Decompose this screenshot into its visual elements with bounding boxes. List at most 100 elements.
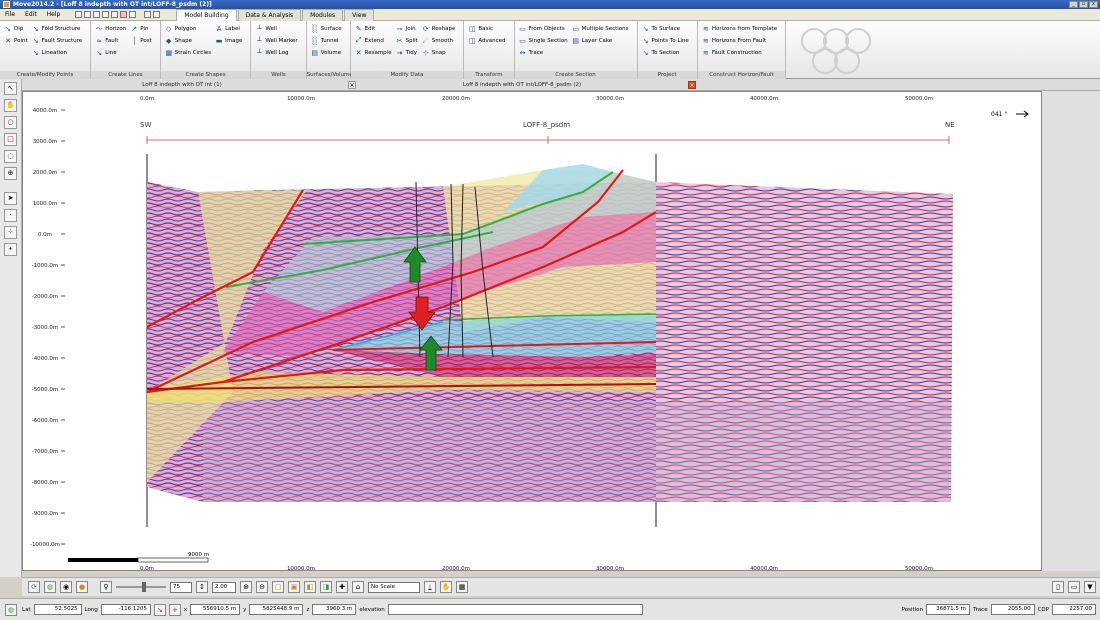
ribbon-button[interactable]: ◫ Basic <box>468 24 505 33</box>
square-select-icon[interactable]: □ <box>4 133 17 146</box>
ribbon-button[interactable]: ↘ To Section <box>642 48 689 57</box>
select-tool-icon[interactable]: ↖ <box>4 82 17 95</box>
ribbon-button[interactable]: ▦ Strain Circles <box>165 48 211 57</box>
ribbon-button[interactable]: ▬ Image <box>215 36 243 45</box>
ribbon-button[interactable]: ┴ Well Log <box>255 48 297 57</box>
lat-field[interactable]: 52.5025 <box>33 604 82 615</box>
command-field[interactable] <box>387 604 643 615</box>
ribbon-button[interactable]: ↗ Pin <box>130 24 152 33</box>
pointer-icon[interactable]: ➤ <box>4 192 17 205</box>
ribbon-button[interactable]: ✕ Resample <box>355 48 392 57</box>
ribbon-button[interactable]: ⤢ Extend <box>355 36 392 45</box>
zoom-out-icon[interactable]: ⊖ <box>256 581 268 593</box>
ribbon-button[interactable]: ↘ Lineation <box>32 48 83 57</box>
ribbon-button[interactable]: ⊸ Join <box>396 24 418 33</box>
point-tool-icon[interactable]: · <box>4 209 17 222</box>
delete-icon[interactable] <box>120 11 128 18</box>
exaggeration-input[interactable]: 2.00 <box>212 581 236 593</box>
hand-icon[interactable]: ✋ <box>440 581 452 593</box>
ribbon-button[interactable]: ◫ Advanced <box>468 36 505 45</box>
pick-location-icon[interactable]: ↘ <box>153 603 166 616</box>
pin-icon[interactable]: ⍊ <box>424 581 436 593</box>
light-icon[interactable]: ♀ <box>100 581 112 593</box>
scale-select[interactable]: No Scale <box>368 581 420 593</box>
print-icon[interactable] <box>102 11 110 18</box>
plus-icon[interactable]: ✚ <box>336 581 348 593</box>
lasso-icon[interactable]: ◌ <box>4 150 17 163</box>
ribbon-button[interactable]: ┴ Well <box>255 24 297 33</box>
doc-tab-left[interactable]: Loff 8 indepth with OT int (1) <box>22 82 342 88</box>
crosshair-icon[interactable]: + <box>168 603 181 616</box>
ribbon-button[interactable]: ⟳ Reshape <box>422 24 456 33</box>
ribbon-button[interactable]: ✎ Edit <box>355 24 392 33</box>
ribbon-button[interactable]: ↘ To Surface <box>642 24 689 33</box>
open-icon[interactable] <box>84 11 92 18</box>
doc-tab-left-close-icon[interactable]: × <box>348 80 356 89</box>
chevron-down-icon[interactable]: ▼ <box>1084 581 1096 593</box>
ribbon-button[interactable]: ▭ From Objects <box>519 24 568 33</box>
ribbon-button[interactable]: ≋ Horizons from Template <box>702 24 777 33</box>
ribbon-button[interactable]: ░ Surface <box>311 24 342 33</box>
ribbon-button[interactable]: ↘ Fold Structure <box>32 24 83 33</box>
refresh-icon[interactable]: ⟳ <box>28 581 40 593</box>
colour-icon[interactable]: ● <box>76 581 88 593</box>
tab-modules[interactable]: Modules <box>302 8 344 21</box>
multi-point-icon[interactable]: ⁘ <box>4 226 17 239</box>
new-icon[interactable] <box>75 11 83 18</box>
panel-window-icon[interactable]: ▭ <box>1068 581 1080 593</box>
zoom-input[interactable]: 75 <box>170 581 192 593</box>
window-tile-icon[interactable] <box>153 11 161 18</box>
zoom-in-icon[interactable]: ⊕ <box>240 581 252 593</box>
house-icon[interactable]: ⌂ <box>352 581 364 593</box>
ribbon-button[interactable]: ↘ Points To Line <box>642 36 689 45</box>
ribbon-button[interactable]: ⊹ Snap <box>422 48 456 57</box>
ribbon-button[interactable]: ☄ Smooth <box>422 36 456 45</box>
save-icon[interactable] <box>93 11 101 18</box>
tab-data-analysis[interactable]: Data & Analysis <box>237 8 302 21</box>
snap-icon[interactable]: ⊕ <box>4 167 17 180</box>
globe-icon[interactable]: ◍ <box>44 581 56 593</box>
section-viewport[interactable]: 0.0m 10000.0m 20000.0m 30000.0m 40000.0m 5000… <box>22 91 1042 571</box>
z-field[interactable]: 3960.3 m <box>312 604 357 615</box>
menu-help[interactable]: Help <box>42 11 66 18</box>
ribbon-button[interactable]: ✂ Split <box>396 36 418 45</box>
ribbon-button[interactable]: ▤ Layer Cake <box>572 36 629 45</box>
ribbon-button[interactable]: ◇ Polygon <box>165 24 211 33</box>
ribbon-button[interactable]: ⇥ Tidy <box>396 48 418 57</box>
ribbon-button[interactable]: ≈ Fault <box>95 36 126 45</box>
window-layout-icon[interactable] <box>144 11 152 18</box>
ribbon-button[interactable]: ↘ Dip <box>4 24 28 33</box>
minimize-button[interactable]: _ <box>1069 1 1078 8</box>
ribbon-button[interactable]: A Label <box>215 24 242 33</box>
ribbon-button[interactable]: ≋ Fault Construction <box>702 48 777 57</box>
sphere-icon[interactable]: ◉ <box>60 581 72 593</box>
zoom-extents-icon[interactable]: ▢ <box>272 581 284 593</box>
long-field[interactable]: -116.1205 <box>100 604 151 615</box>
zoom-slider[interactable] <box>116 582 166 592</box>
tab-model-building[interactable]: Model Building <box>176 8 237 21</box>
y-field[interactable]: 5825448.9 m <box>249 604 304 615</box>
undo-icon[interactable] <box>129 11 137 18</box>
ribbon-button[interactable]: │ Post <box>130 36 152 45</box>
doc-tab-right-close-icon[interactable]: × <box>688 80 696 89</box>
ribbon-button[interactable]: ░ Tunnel <box>311 36 342 45</box>
record-icon[interactable]: ○ <box>4 116 17 129</box>
dot-tool-icon[interactable]: • <box>4 243 17 256</box>
ribbon-button[interactable]: ≋ Horizons From Fault <box>702 36 777 45</box>
ribbon-button[interactable]: ↘ Line <box>95 48 126 57</box>
close-button[interactable]: x <box>1089 1 1098 8</box>
ribbon-button[interactable]: ▤ Volume <box>311 48 342 57</box>
ribbon-button[interactable]: ↔ Trace <box>519 48 568 57</box>
seismic-section-canvas[interactable]: 0.0m 10000.0m 20000.0m 30000.0m 40000.0m 5000… <box>23 92 1042 571</box>
grid-icon[interactable]: ▦ <box>456 581 468 593</box>
zoom-previous-icon[interactable]: ◧ <box>304 581 316 593</box>
ribbon-button[interactable]: ▭ Multiple Sections <box>572 24 628 33</box>
ribbon-button[interactable]: ↘ Fault Structure <box>32 36 82 45</box>
ribbon-button[interactable]: ┴ Well Marker <box>255 36 297 45</box>
restore-button[interactable]: ▫ <box>1079 1 1088 8</box>
menu-edit[interactable]: Edit <box>20 11 42 18</box>
x-field[interactable]: 556910.5 m <box>190 604 241 615</box>
pan-tool-icon[interactable]: ✋ <box>4 99 17 112</box>
zoom-window-icon[interactable]: ▣ <box>288 581 300 593</box>
exaggeration-icon[interactable]: ↕ <box>196 581 208 593</box>
